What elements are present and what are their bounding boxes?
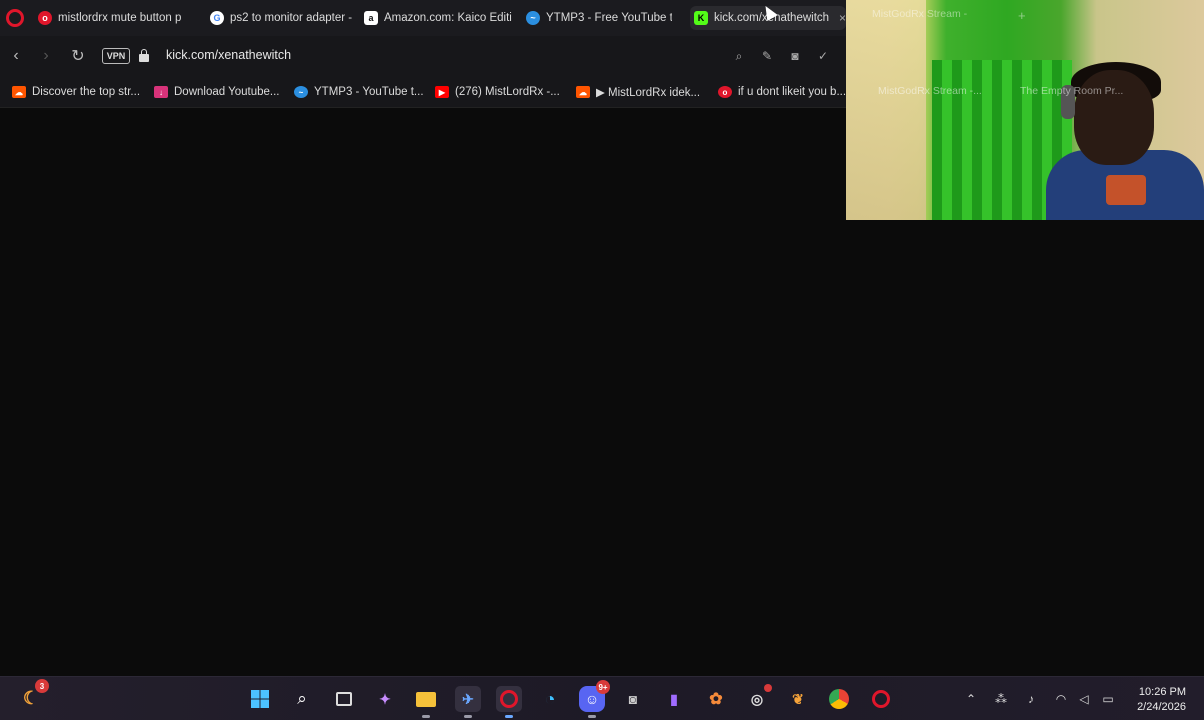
lock-icon[interactable] <box>139 49 149 62</box>
bookmark-4[interactable]: ▶ (276) MistLordRx -... <box>435 84 560 100</box>
close-tab-icon[interactable]: × <box>839 11 846 25</box>
start-button[interactable] <box>247 686 273 712</box>
wifi-icon[interactable]: ◠ <box>1053 691 1069 707</box>
bookmark-8-ghost[interactable]: The Empty Room Pr... <box>1020 85 1123 97</box>
snapshot-icon[interactable]: ◙ <box>787 48 803 64</box>
task-view-icon[interactable] <box>331 686 357 712</box>
discord-badge: 9+ <box>596 680 610 694</box>
clock-date: 2/24/2026 <box>1137 701 1186 713</box>
camera-icon[interactable]: ◙ <box>620 686 646 712</box>
ytmp3-icon: ~ <box>294 86 308 98</box>
new-tab-button[interactable]: + <box>1018 8 1026 23</box>
bookmark-label: Discover the top str... <box>32 86 141 98</box>
clock[interactable]: 10:26 PM 2/24/2026 <box>1137 685 1186 715</box>
opera-gx-icon[interactable] <box>868 686 894 712</box>
tab-4[interactable]: ~ YTMP3 - Free YouTube to <box>522 6 672 30</box>
download-icon: ↓ <box>154 86 168 98</box>
tab-1[interactable]: o mistlordrx mute button p <box>34 6 184 30</box>
copilot-icon[interactable]: ✦ <box>372 686 398 712</box>
volume-icon[interactable]: ◁ <box>1076 691 1092 707</box>
shield-check-icon[interactable]: ✓ <box>815 48 831 64</box>
bookmark-label: ▶ MistLordRx idek... <box>596 87 701 99</box>
tab-title: mistlordrx mute button p <box>58 12 182 24</box>
fl-studio-icon[interactable]: ❦ <box>785 686 811 712</box>
webcam-wall <box>846 0 926 220</box>
discord-icon[interactable]: ☺ 9+ <box>579 680 610 718</box>
tab-3[interactable]: a Amazon.com: Kaico Editio <box>360 6 512 30</box>
bookmark-2[interactable]: ↓ Download Youtube... <box>154 84 280 100</box>
clipchamp-icon[interactable]: ▮ <box>661 686 687 712</box>
tab-2[interactable]: G ps2 to monitor adapter - <box>206 6 354 30</box>
opera-icon: o <box>718 86 732 98</box>
weather-badge: 3 <box>35 679 49 693</box>
google-icon: G <box>210 11 224 25</box>
tab-title: YTMP3 - Free YouTube to <box>546 12 672 24</box>
reload-button[interactable]: ↻ <box>68 46 88 66</box>
game-app-icon[interactable]: ✿ <box>703 686 729 712</box>
bookmark-5[interactable]: ☁ ▶ MistLordRx idek... <box>576 84 700 100</box>
edit-icon[interactable]: ✎ <box>759 48 775 64</box>
amazon-icon: a <box>364 11 378 25</box>
webcam-shirt-logo <box>1106 175 1146 205</box>
obs-recording-dot <box>764 684 772 692</box>
taskbar: ☾ 3 ⌕ ✦ ✈ ◔ ☺ 9+ ◙ ▮ ✿ ◎ ❦ ⌃ ⁂ ♪ ◠ ◁ ▭ 1… <box>0 676 1204 720</box>
chrome-icon[interactable] <box>826 686 852 712</box>
bookmark-label: if u dont likeit you b... <box>738 86 847 98</box>
youtube-icon: ▶ <box>435 86 449 98</box>
opera-red-icon: o <box>38 11 52 25</box>
tab-title: ps2 to monitor adapter - <box>230 12 353 24</box>
bookmark-label: (276) MistLordRx -... <box>455 86 560 98</box>
back-button[interactable]: ‹ <box>6 46 26 66</box>
ytmp3-icon: ~ <box>526 11 540 25</box>
soundcloud-icon: ☁ <box>12 86 26 98</box>
store-app-icon[interactable]: ✈ <box>455 686 481 718</box>
clock-time: 10:26 PM <box>1138 686 1186 698</box>
obs-icon[interactable]: ◎ <box>744 684 772 712</box>
zoom-search-icon[interactable]: ⌕ <box>731 48 747 64</box>
bookmark-label: Download Youtube... <box>174 86 280 98</box>
battery-icon[interactable]: ▭ <box>1100 691 1116 707</box>
tab-6-ghost[interactable]: MistGodRx Stream - <box>872 8 967 20</box>
search-icon[interactable]: ⌕ <box>289 686 315 712</box>
opera-taskbar-icon[interactable] <box>496 686 522 718</box>
webcam-overlay: MistGodRx Stream - + MistGodRx Stream -.… <box>846 0 1204 220</box>
bookmark-label: YTMP3 - YouTube t... <box>314 86 424 98</box>
microphone-icon[interactable]: ♪ <box>1023 691 1039 707</box>
bookmark-7-ghost[interactable]: MistGodRx Stream -... <box>878 85 982 97</box>
tab-title: Amazon.com: Kaico Editio <box>384 12 512 24</box>
tray-app-icon[interactable]: ⁂ <box>993 691 1009 707</box>
opera-menu-icon[interactable] <box>6 9 24 27</box>
soundcloud-icon: ☁ <box>576 86 590 98</box>
url-field[interactable]: kick.com/xenathewitch <box>166 48 291 62</box>
bookmark-3[interactable]: ~ YTMP3 - YouTube t... <box>294 84 424 100</box>
edge-icon[interactable]: ◔ <box>537 686 563 712</box>
chevron-up-icon[interactable]: ⌃ <box>963 691 979 707</box>
forward-button[interactable]: › <box>36 46 56 66</box>
weather-widget-icon[interactable]: ☾ 3 <box>18 679 49 711</box>
kick-icon: K <box>694 11 708 25</box>
vpn-badge[interactable]: VPN <box>102 48 130 64</box>
file-explorer-icon[interactable] <box>413 686 439 718</box>
windows-logo-icon <box>251 690 269 708</box>
bookmark-6[interactable]: o if u dont likeit you b... <box>718 84 846 100</box>
bookmark-1[interactable]: ☁ Discover the top str... <box>12 84 140 100</box>
